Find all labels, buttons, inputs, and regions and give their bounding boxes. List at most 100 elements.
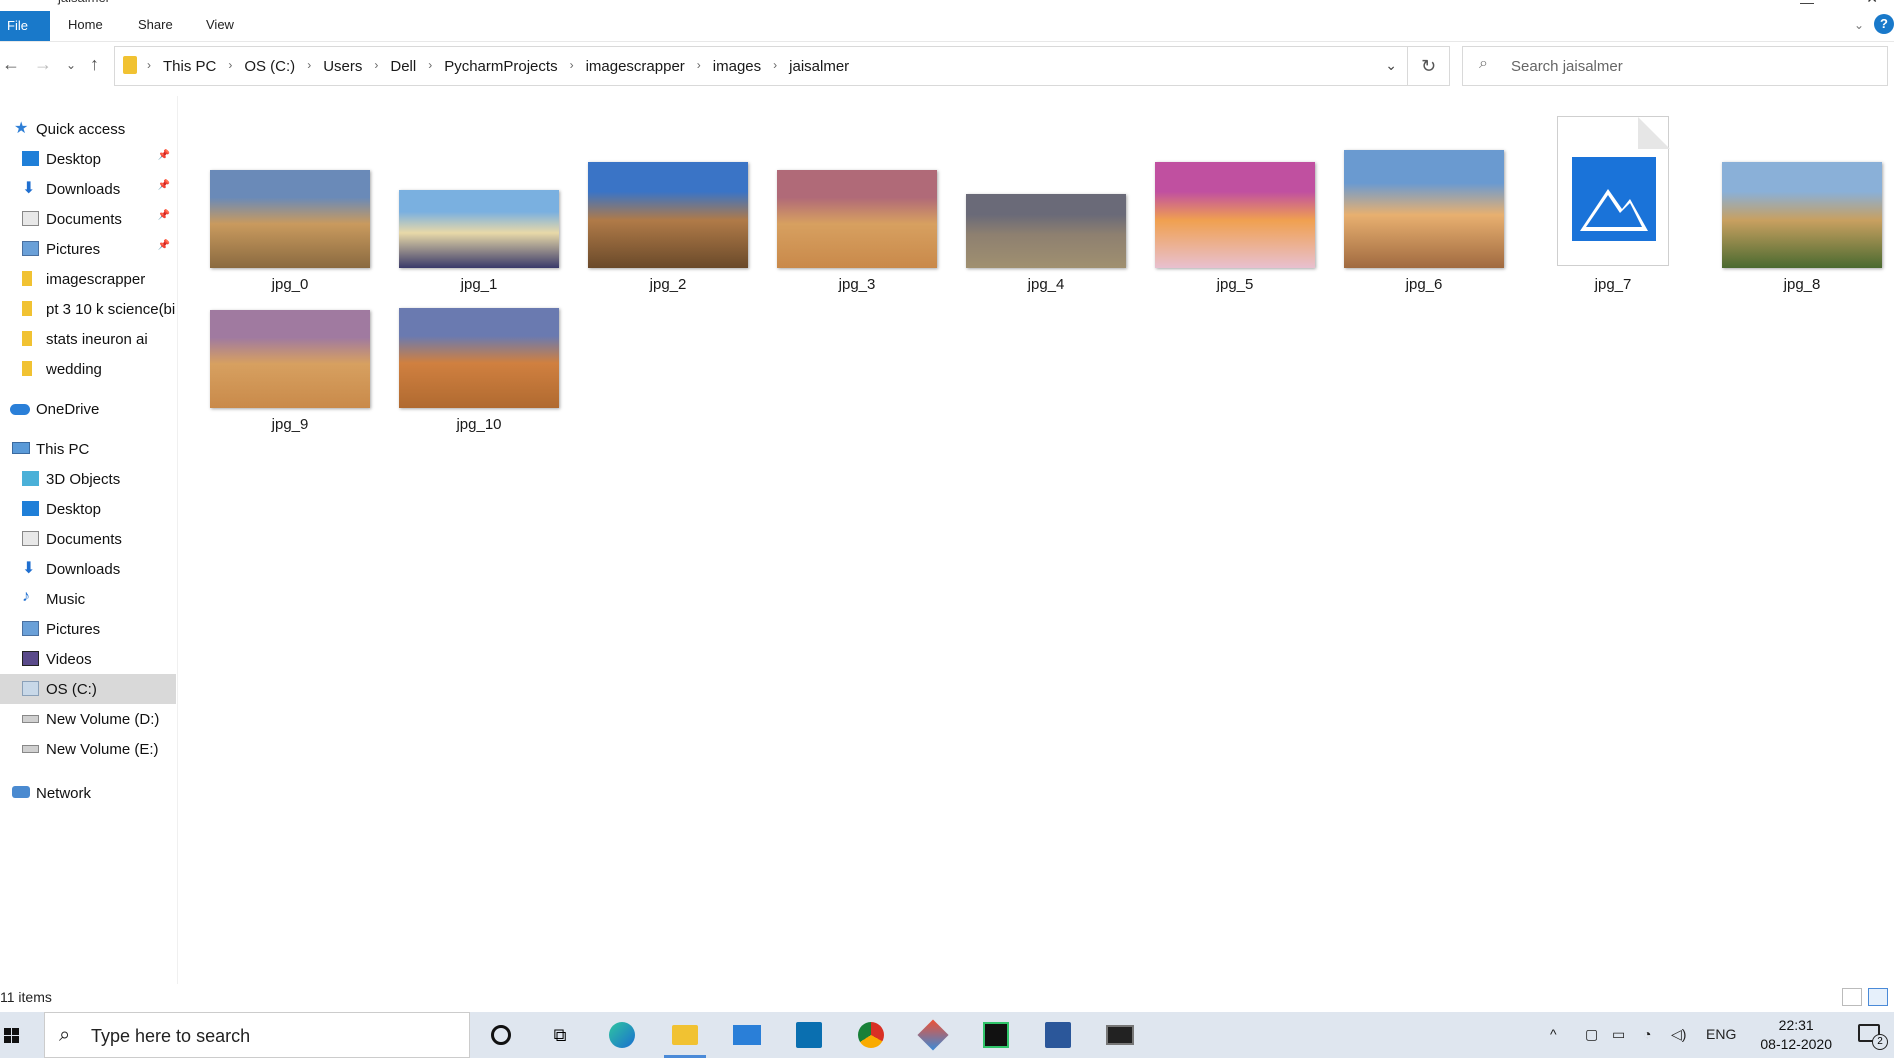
address-bar[interactable]: › This PC › OS (C:) › Users › Dell › Pyc… — [114, 46, 1408, 86]
videos-icon — [22, 651, 39, 666]
music-icon: ♪ — [22, 588, 30, 605]
nav-pc-new-volume-e[interactable]: New Volume (E:) — [0, 734, 176, 764]
battery-icon[interactable]: ▭ — [1612, 1026, 1625, 1043]
folder-icon — [22, 361, 32, 376]
nav-item-label: Documents — [46, 531, 122, 548]
mail-icon[interactable] — [732, 1020, 762, 1050]
refresh-icon[interactable]: ↻ — [1408, 46, 1450, 86]
close-button[interactable]: ✕ — [1866, 0, 1878, 7]
desktop-icon — [22, 501, 39, 516]
back-icon[interactable]: ← — [2, 54, 20, 75]
file-name: jpg_2 — [649, 276, 687, 293]
nav-onedrive[interactable]: OneDrive — [0, 394, 176, 424]
nav-quick-access[interactable]: ★ Quick access — [0, 114, 176, 144]
nav-this-pc[interactable]: This PC — [0, 434, 176, 464]
nav-quick-documents[interactable]: Documents 📌 — [0, 204, 176, 234]
crumb-os-c[interactable]: OS (C:) — [244, 58, 295, 75]
crumb-this-pc[interactable]: This PC — [163, 58, 216, 75]
nav-item-label: imagescrapper — [46, 271, 146, 288]
recent-locations-icon[interactable]: ⌄ — [66, 58, 76, 72]
crumb-dell[interactable]: Dell — [390, 58, 416, 75]
chevron-right-icon[interactable]: › — [374, 58, 378, 75]
nav-network[interactable]: Network — [0, 778, 176, 808]
chevron-right-icon[interactable]: › — [428, 58, 432, 75]
minimize-button[interactable] — [1800, 0, 1814, 4]
search-input[interactable]: ⌕ Search jaisalmer — [1462, 46, 1888, 86]
nav-pc-downloads[interactable]: ⬇ Downloads — [0, 554, 176, 584]
image-thumbnail — [399, 190, 559, 268]
nav-pc-3d-objects[interactable]: 3D Objects — [0, 464, 176, 494]
tab-file[interactable]: File — [0, 11, 50, 41]
pycharm-icon[interactable] — [981, 1020, 1011, 1050]
documents-icon — [22, 531, 39, 546]
chevron-right-icon[interactable]: › — [307, 58, 311, 75]
nav-pc-documents[interactable]: Documents — [0, 524, 176, 554]
edge-icon[interactable] — [607, 1020, 637, 1050]
pin-icon[interactable]: 📌 — [158, 150, 170, 161]
nav-item-label: New Volume (E:) — [46, 741, 159, 758]
tab-view[interactable]: View — [206, 17, 234, 32]
show-hidden-icons-icon[interactable]: ^ — [1550, 1026, 1557, 1042]
crumb-users[interactable]: Users — [323, 58, 362, 75]
wifi-icon[interactable]: ◔ — [1643, 1026, 1651, 1042]
search-icon: ⌕ — [59, 1024, 71, 1046]
tab-share[interactable]: Share — [138, 17, 173, 32]
nav-quick-pictures[interactable]: Pictures 📌 — [0, 234, 176, 264]
word-icon[interactable] — [1043, 1020, 1073, 1050]
input-language[interactable]: ENG — [1706, 1026, 1736, 1042]
crumb-images[interactable]: images — [713, 58, 761, 75]
large-icons-view-icon[interactable] — [1868, 988, 1888, 1006]
chevron-right-icon[interactable]: › — [697, 58, 701, 75]
nav-quick-downloads[interactable]: ⬇ Downloads 📌 — [0, 174, 176, 204]
chevron-right-icon[interactable]: › — [773, 58, 777, 75]
nav-pc-music[interactable]: ♪ Music — [0, 584, 176, 614]
pin-icon[interactable]: 📌 — [158, 180, 170, 191]
up-icon[interactable]: ↑ — [90, 54, 99, 75]
crumb-pycharmprojects[interactable]: PycharmProjects — [444, 58, 557, 75]
nav-item-label: Downloads — [46, 181, 121, 198]
image-thumbnail — [777, 170, 937, 268]
chevron-right-icon[interactable]: › — [228, 58, 232, 75]
nav-quick-wedding[interactable]: wedding — [0, 354, 176, 384]
crumb-imagescrapper[interactable]: imagescrapper — [586, 58, 685, 75]
forward-icon[interactable]: → — [34, 54, 52, 75]
git-icon[interactable] — [917, 1019, 949, 1051]
clock[interactable]: 22:31 08-12-2020 — [1760, 1016, 1832, 1054]
nav-quick-desktop[interactable]: Desktop 📌 — [0, 144, 176, 174]
nav-pc-new-volume-d[interactable]: New Volume (D:) — [0, 704, 176, 734]
desktop-icon — [22, 151, 39, 166]
details-view-icon[interactable] — [1842, 988, 1862, 1006]
file-explorer-icon[interactable] — [664, 1020, 706, 1058]
notifications-icon[interactable]: 2 — [1858, 1024, 1888, 1050]
nav-pc-videos[interactable]: Videos — [0, 644, 176, 674]
image-thumbnail — [399, 308, 559, 408]
drive-icon — [22, 745, 39, 753]
volume-icon[interactable]: ◁) — [1671, 1026, 1686, 1043]
nav-pc-os-c[interactable]: OS (C:) — [0, 674, 176, 704]
help-icon[interactable]: ? — [1874, 14, 1894, 34]
pin-icon[interactable]: 📌 — [158, 210, 170, 221]
task-view-icon[interactable]: ⧉ — [545, 1020, 575, 1050]
nav-quick-stats-ineuron-ai[interactable]: stats ineuron ai — [0, 324, 176, 354]
tab-home[interactable]: Home — [68, 17, 103, 32]
dell-icon[interactable] — [794, 1020, 824, 1050]
windows-start-icon[interactable] — [0, 1012, 44, 1058]
chevron-right-icon[interactable]: › — [570, 58, 574, 75]
pin-icon[interactable]: 📌 — [158, 240, 170, 251]
taskbar-search-input[interactable]: ⌕ Type here to search — [44, 1012, 470, 1058]
meet-now-icon[interactable]: ▢ — [1585, 1026, 1598, 1043]
terminal-icon[interactable] — [1105, 1020, 1135, 1050]
folder-icon — [22, 331, 32, 346]
nav-pc-desktop[interactable]: Desktop — [0, 494, 176, 524]
nav-quick-pt-3-10-k-science-bir[interactable]: pt 3 10 k science(bir — [0, 294, 176, 324]
network-icon — [12, 786, 30, 798]
nav-item-label: New Volume (D:) — [46, 711, 160, 728]
nav-quick-imagescrapper[interactable]: imagescrapper — [0, 264, 176, 294]
expand-ribbon-icon[interactable]: ⌄ — [1854, 18, 1864, 32]
crumb-jaisalmer[interactable]: jaisalmer — [789, 58, 849, 75]
computer-icon — [12, 442, 30, 454]
nav-pc-pictures[interactable]: Pictures — [0, 614, 176, 644]
cortana-icon[interactable] — [486, 1020, 516, 1050]
chevron-down-icon[interactable]: ⌄ — [1385, 57, 1397, 74]
chrome-icon[interactable] — [856, 1020, 886, 1050]
